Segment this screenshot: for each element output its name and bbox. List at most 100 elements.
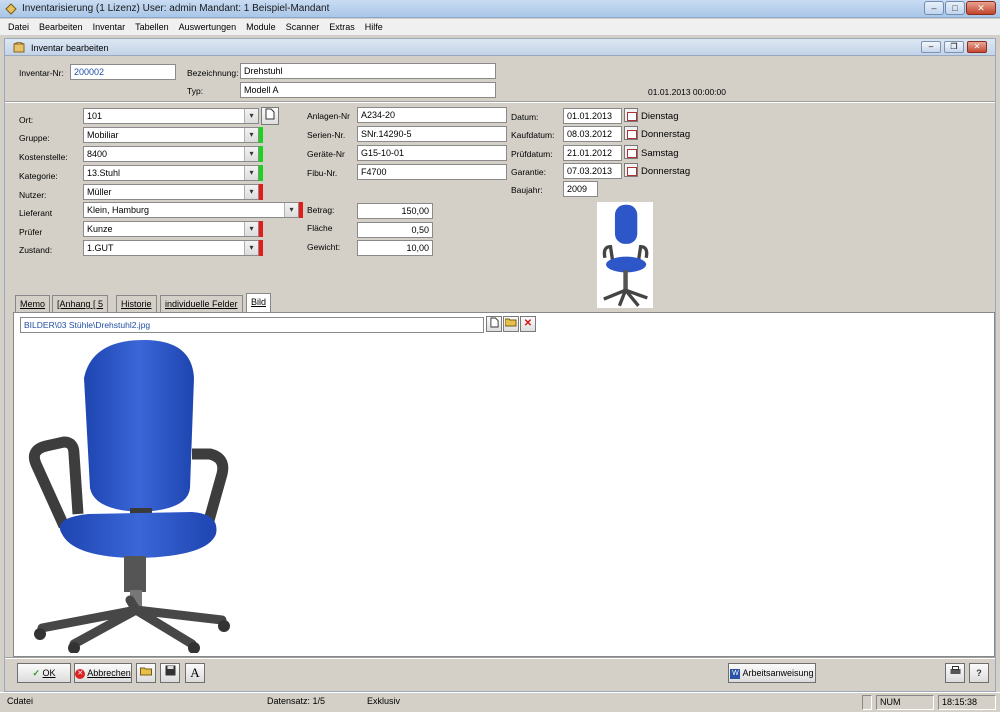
footer-separator — [5, 657, 995, 659]
menu-inventar[interactable]: Inventar — [93, 22, 126, 32]
child-restore-button[interactable]: ❐ — [944, 41, 964, 53]
geraete-nr-field[interactable]: G15-10-01 — [357, 145, 507, 161]
save-button[interactable] — [160, 663, 180, 683]
ort-value: 101 — [87, 111, 103, 121]
image-path-field[interactable]: BILDER\03 Stühle\Drehstuhl2.jpg — [20, 317, 484, 333]
status-panel-empty — [862, 695, 872, 710]
pruefer-label: Prüfer — [19, 227, 43, 237]
status-num: NUM — [876, 695, 934, 710]
calendar-icon[interactable] — [624, 163, 638, 177]
zustand-combo[interactable]: 1.GUT ▾ — [83, 240, 259, 256]
child-close-button[interactable]: ✕ — [967, 41, 987, 53]
status-datensatz: Datensatz: 1/5 — [267, 696, 326, 706]
minimize-button[interactable]: – — [924, 1, 944, 15]
menu-datei[interactable]: Datei — [8, 22, 29, 32]
menu-auswertungen[interactable]: Auswertungen — [179, 22, 237, 32]
kostenstelle-label: Kostenstelle: — [19, 152, 68, 162]
thumbnail-image[interactable] — [597, 202, 653, 308]
delete-image-button[interactable]: ✕ — [520, 316, 536, 332]
menu-tabellen[interactable]: Tabellen — [135, 22, 169, 32]
chevron-down-icon[interactable]: ▾ — [244, 147, 258, 161]
bezeichnung-field[interactable]: Drehstuhl — [240, 63, 496, 79]
menu-hilfe[interactable]: Hilfe — [365, 22, 383, 32]
datum-weekday: Dienstag — [641, 111, 679, 122]
calendar-icon[interactable] — [624, 108, 638, 122]
ort-combo[interactable]: 101 ▾ — [83, 108, 259, 124]
fibu-nr-label: Fibu-Nr. — [307, 168, 338, 178]
pruefdatum-field[interactable]: 21.01.2012 — [563, 145, 622, 161]
folder-icon — [139, 667, 152, 676]
bild-tab-panel: BILDER\03 Stühle\Drehstuhl2.jpg ✕ — [13, 312, 995, 657]
garantie-weekday: Donnerstag — [641, 166, 691, 177]
close-button[interactable]: ✕ — [966, 1, 996, 15]
new-document-button[interactable] — [261, 107, 279, 125]
arbeitsanweisung-label: Arbeitsanweisung — [742, 668, 814, 678]
gruppe-label: Gruppe: — [19, 133, 50, 143]
menu-module[interactable]: Module — [246, 22, 276, 32]
chevron-down-icon[interactable]: ▾ — [244, 128, 258, 142]
word-doc-icon: W — [730, 668, 741, 679]
arbeitsanweisung-button[interactable]: W Arbeitsanweisung — [728, 663, 816, 683]
tab-anhang[interactable]: [Anhang [ 5 — [52, 295, 109, 312]
fibu-nr-field[interactable]: F4700 — [357, 164, 507, 180]
gewicht-field[interactable]: 10,00 — [357, 240, 433, 256]
tab-memo[interactable]: Memo — [15, 295, 51, 312]
lieferant-combo[interactable]: Klein, Hamburg ▾ — [83, 202, 299, 218]
open-button[interactable] — [136, 663, 156, 683]
garantie-field[interactable]: 07.03.2013 — [563, 163, 622, 179]
geraete-nr-label: Geräte-Nr — [307, 149, 345, 159]
chair-image — [22, 338, 242, 654]
calendar-icon[interactable] — [624, 145, 638, 159]
gruppe-combo[interactable]: Mobiliar ▾ — [83, 127, 259, 143]
serien-nr-field[interactable]: SNr.14290-5 — [357, 126, 507, 142]
chevron-down-icon[interactable]: ▾ — [244, 109, 258, 123]
new-file-button[interactable] — [486, 316, 502, 332]
chevron-down-icon[interactable]: ▾ — [284, 203, 298, 217]
pruefer-combo[interactable]: Kunze ▾ — [83, 221, 259, 237]
lieferant-label: Lieferant — [19, 208, 53, 218]
open-folder-button[interactable] — [503, 316, 519, 332]
tab-bild[interactable]: Bild — [246, 293, 272, 312]
pruefdatum-weekday: Samstag — [641, 148, 679, 159]
menu-bearbeiten[interactable]: Bearbeiten — [39, 22, 83, 32]
tab-historie[interactable]: Historie — [116, 295, 157, 312]
kostenstelle-value: 8400 — [87, 149, 108, 159]
help-button[interactable]: ? — [969, 663, 989, 683]
menu-scanner[interactable]: Scanner — [286, 22, 320, 32]
chevron-down-icon[interactable]: ▾ — [244, 222, 258, 236]
menu-extras[interactable]: Extras — [329, 22, 355, 32]
nutzer-combo[interactable]: Müller ▾ — [83, 184, 259, 200]
flaeche-field[interactable]: 0,50 — [357, 222, 433, 238]
anlagen-nr-field[interactable]: A234-20 — [357, 107, 507, 123]
kaufdatum-field[interactable]: 08.03.2012 — [563, 126, 622, 142]
betrag-field[interactable]: 150,00 — [357, 203, 433, 219]
abbrechen-label: Abbrechen — [87, 668, 131, 678]
cancel-button[interactable]: ✕ Abbrechen — [74, 663, 132, 683]
inventar-nr-field[interactable]: 200002 — [70, 64, 176, 80]
child-minimize-button[interactable]: – — [921, 41, 941, 53]
ok-button[interactable]: ✓ OK — [17, 663, 71, 683]
font-button[interactable]: A — [185, 663, 205, 683]
maximize-button[interactable]: □ — [945, 1, 965, 15]
anlagen-nr-label: Anlagen-Nr — [307, 111, 350, 121]
datum-field[interactable]: 01.01.2013 — [563, 108, 622, 124]
flaeche-label: Fläche — [307, 223, 333, 233]
window-titlebar: Inventarisierung (1 Lizenz) User: admin … — [0, 0, 1000, 18]
kategorie-combo[interactable]: 13.Stuhl ▾ — [83, 165, 259, 181]
chevron-down-icon[interactable]: ▾ — [244, 185, 258, 199]
print-button[interactable] — [945, 663, 965, 683]
nutzer-label: Nutzer: — [19, 190, 47, 200]
close-icon: ✕ — [523, 318, 533, 329]
help-icon: ? — [976, 668, 982, 678]
chevron-down-icon[interactable]: ▾ — [244, 166, 258, 180]
document-icon — [265, 108, 275, 120]
inventar-nr-label: Inventar-Nr: — [19, 68, 64, 78]
kostenstelle-combo[interactable]: 8400 ▾ — [83, 146, 259, 162]
calendar-icon[interactable] — [624, 126, 638, 140]
kategorie-value: 13.Stuhl — [87, 168, 121, 178]
typ-field[interactable]: Modell A — [240, 82, 496, 98]
pruefdatum-label: Prüfdatum: — [511, 149, 553, 159]
baujahr-field[interactable]: 2009 — [563, 181, 598, 197]
tab-individuelle-felder[interactable]: individuelle Felder — [160, 295, 243, 312]
chevron-down-icon[interactable]: ▾ — [244, 241, 258, 255]
